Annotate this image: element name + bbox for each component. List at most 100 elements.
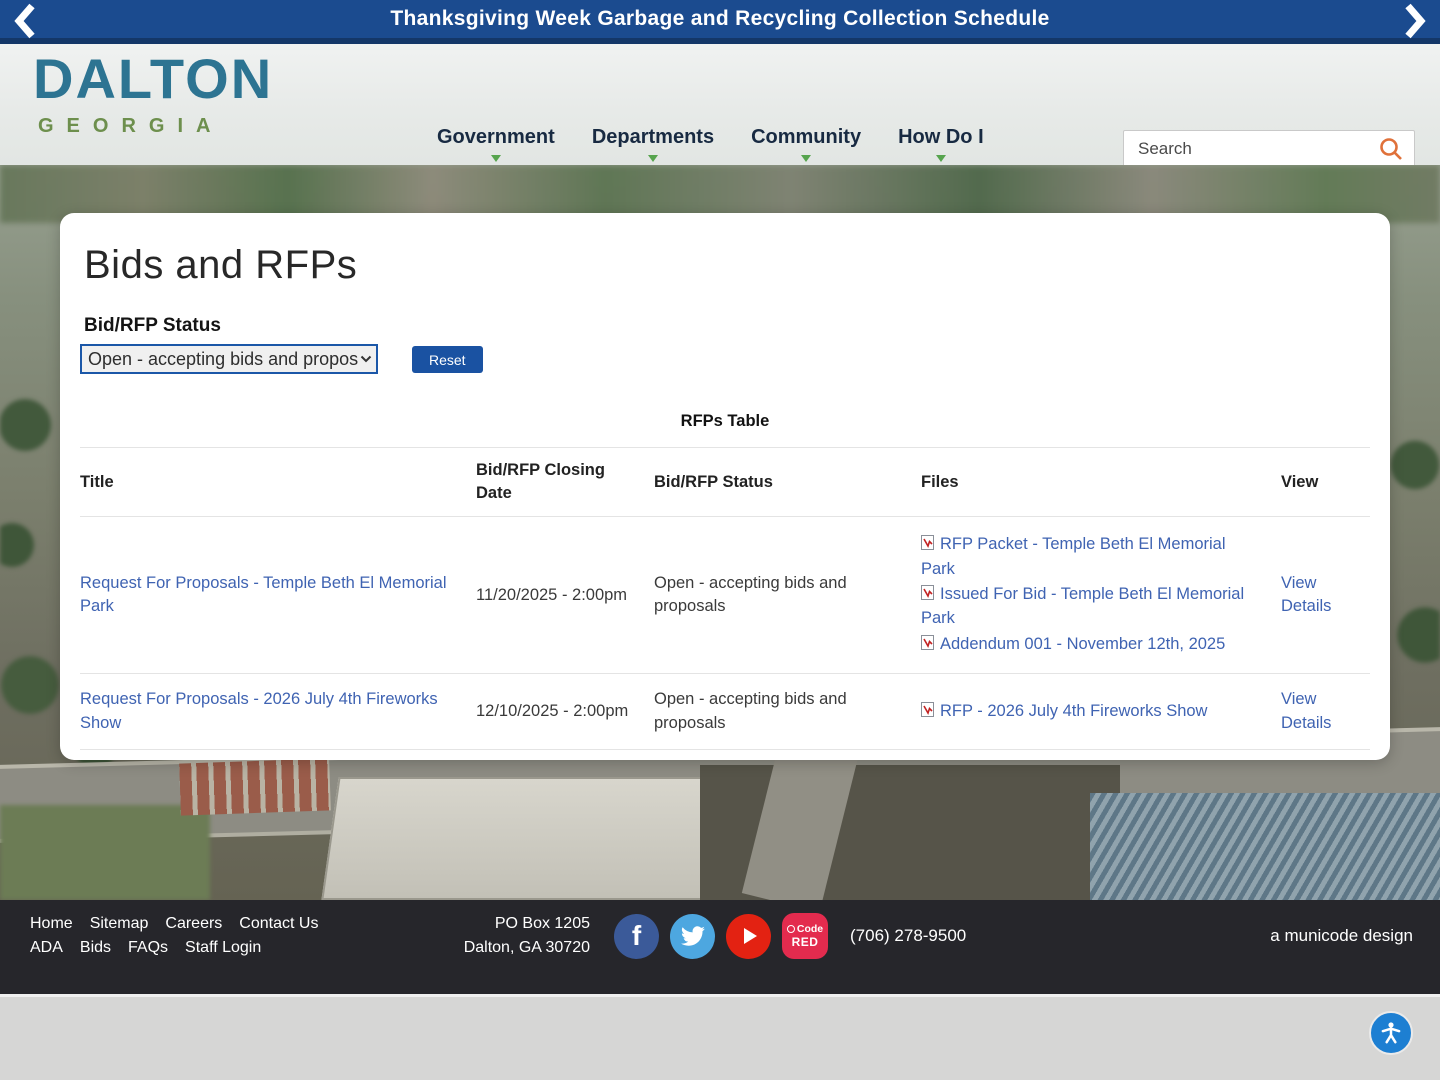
file-line: RFP Packet - Temple Beth El Memorial Par…	[921, 533, 1257, 581]
nav-label: Government	[437, 126, 555, 149]
codered-dot	[787, 925, 795, 933]
search-input[interactable]	[1124, 139, 1378, 159]
file-link[interactable]: Issued For Bid - Temple Beth El Memorial…	[921, 585, 1244, 627]
nav-item-departments[interactable]: Departments	[592, 126, 714, 162]
main-nav: Government Departments Community How Do I	[437, 126, 984, 162]
column-header: Bid/RFP Status	[654, 448, 921, 517]
chevron-down-icon	[801, 155, 811, 162]
nav-label: How Do I	[898, 126, 984, 149]
title-cell: Request For Proposals - Temple Beth El M…	[80, 517, 476, 674]
accessibility-person-icon	[1378, 1020, 1404, 1046]
search-icon[interactable]	[1378, 136, 1404, 162]
nav-item-community[interactable]: Community	[751, 126, 861, 162]
pdf-icon	[921, 534, 934, 557]
facebook-icon[interactable]: f	[614, 914, 659, 959]
footer-phone: (706) 278-9500	[850, 926, 966, 946]
nav-item-how-do-i[interactable]: How Do I	[898, 126, 984, 162]
page-title: Bids and RFPs	[84, 243, 1370, 288]
footer-link-contact-us[interactable]: Contact Us	[239, 912, 318, 936]
rfps-table: TitleBid/RFP Closing DateBid/RFP StatusF…	[80, 447, 1370, 750]
view-cell: View Details	[1281, 517, 1370, 674]
footer-social: f CodeRED	[614, 913, 828, 959]
site-header: DALTON GEORGIA Government Departments Comm…	[0, 44, 1440, 165]
banner-previous-icon[interactable]	[10, 3, 40, 39]
footer-address: PO Box 1205 Dalton, GA 30720	[420, 912, 590, 960]
codered-label: Code	[787, 923, 823, 935]
file-link[interactable]: Addendum 001 - November 12th, 2025	[940, 635, 1225, 653]
status-select-value: Open - accepting bids and proposals	[88, 349, 358, 370]
photo-crosswalk	[179, 758, 331, 815]
nav-label: Community	[751, 126, 861, 149]
pdf-icon	[921, 701, 934, 724]
youtube-icon[interactable]	[726, 914, 771, 959]
accessibility-button[interactable]	[1369, 1011, 1413, 1055]
filter-label: Bid/RFP Status	[84, 315, 1370, 337]
file-line: Addendum 001 - November 12th, 2025	[921, 633, 1257, 657]
column-header: View	[1281, 448, 1370, 517]
status-select[interactable]: Open - accepting bids and proposals	[80, 344, 378, 374]
column-header: Title	[80, 448, 476, 517]
photo-metal-roof	[1090, 793, 1440, 900]
footer-links: Home Sitemap Careers Contact Us ADA Bids FAQs S…	[30, 912, 380, 960]
bottom-strip	[0, 994, 1440, 1080]
footer-link-careers[interactable]: Careers	[165, 912, 222, 936]
address-line: PO Box 1205	[420, 912, 590, 936]
status-cell: Open - accepting bids and proposals	[654, 517, 921, 674]
nav-item-government[interactable]: Government	[437, 126, 555, 162]
rfp-title-link[interactable]: Request For Proposals - 2026 July 4th Fi…	[80, 690, 438, 731]
photo-lawn	[0, 805, 210, 900]
column-header: Bid/RFP Closing Date	[476, 448, 654, 517]
filter-row: Open - accepting bids and proposals Rese…	[80, 344, 1370, 374]
logo-state-text: GEORGIA	[38, 115, 273, 138]
codered-icon[interactable]: CodeRED	[782, 913, 828, 959]
municode-credit-link[interactable]: a municode design	[1270, 926, 1413, 946]
closing-date-cell: 12/10/2025 - 2:00pm	[476, 674, 654, 750]
reset-button[interactable]: Reset	[412, 346, 483, 373]
search-box	[1123, 130, 1415, 168]
content-card: Bids and RFPs Bid/RFP Status Open - acce…	[60, 213, 1390, 760]
chevron-down-icon	[360, 355, 372, 363]
file-line: RFP - 2026 July 4th Fireworks Show	[921, 700, 1257, 724]
site-logo[interactable]: DALTON GEORGIA	[33, 50, 273, 138]
column-header: Files	[921, 448, 1281, 517]
file-link[interactable]: RFP Packet - Temple Beth El Memorial Par…	[921, 535, 1226, 577]
footer-link-home[interactable]: Home	[30, 912, 73, 936]
footer-link-staff-login[interactable]: Staff Login	[185, 936, 261, 960]
pdf-icon	[921, 584, 934, 607]
view-details-link[interactable]: View Details	[1281, 690, 1331, 731]
file-line: Issued For Bid - Temple Beth El Memorial…	[921, 583, 1257, 631]
files-cell: RFP Packet - Temple Beth El Memorial Par…	[921, 517, 1281, 674]
files-cell: RFP - 2026 July 4th Fireworks Show	[921, 674, 1281, 750]
title-cell: Request For Proposals - 2026 July 4th Fi…	[80, 674, 476, 750]
closing-date-cell: 11/20/2025 - 2:00pm	[476, 517, 654, 674]
table-row: Request For Proposals - Temple Beth El M…	[80, 517, 1370, 674]
rfp-title-link[interactable]: Request For Proposals - Temple Beth El M…	[80, 574, 447, 615]
footer-link-sitemap[interactable]: Sitemap	[90, 912, 149, 936]
table-header-row: TitleBid/RFP Closing DateBid/RFP StatusF…	[80, 448, 1370, 517]
view-details-link[interactable]: View Details	[1281, 574, 1331, 615]
footer-link-ada[interactable]: ADA	[30, 936, 63, 960]
footer-link-bids[interactable]: Bids	[80, 936, 111, 960]
page: Thanksgiving Week Garbage and Recycling …	[0, 0, 1440, 1080]
footer-links-row: ADA Bids FAQs Staff Login	[30, 936, 380, 960]
view-cell: View Details	[1281, 674, 1370, 750]
footer-links-row: Home Sitemap Careers Contact Us	[30, 912, 380, 936]
twitter-icon[interactable]	[670, 914, 715, 959]
nav-label: Departments	[592, 126, 714, 149]
chevron-down-icon	[936, 155, 946, 162]
status-cell: Open - accepting bids and proposals	[654, 674, 921, 750]
file-link[interactable]: RFP - 2026 July 4th Fireworks Show	[940, 702, 1207, 720]
chevron-down-icon	[648, 155, 658, 162]
pdf-icon	[921, 634, 934, 657]
codered-label-bottom: RED	[792, 935, 819, 949]
banner-title[interactable]: Thanksgiving Week Garbage and Recycling …	[0, 7, 1440, 31]
codered-label-top: Code	[797, 923, 823, 935]
logo-city-text: DALTON	[33, 50, 273, 109]
address-line: Dalton, GA 30720	[420, 936, 590, 960]
table-row: Request For Proposals - 2026 July 4th Fi…	[80, 674, 1370, 750]
table-caption: RFPs Table	[80, 412, 1370, 431]
footer-link-faqs[interactable]: FAQs	[128, 936, 168, 960]
chevron-down-icon	[491, 155, 501, 162]
banner-next-icon[interactable]	[1400, 3, 1430, 39]
alert-banner: Thanksgiving Week Garbage and Recycling …	[0, 0, 1440, 44]
